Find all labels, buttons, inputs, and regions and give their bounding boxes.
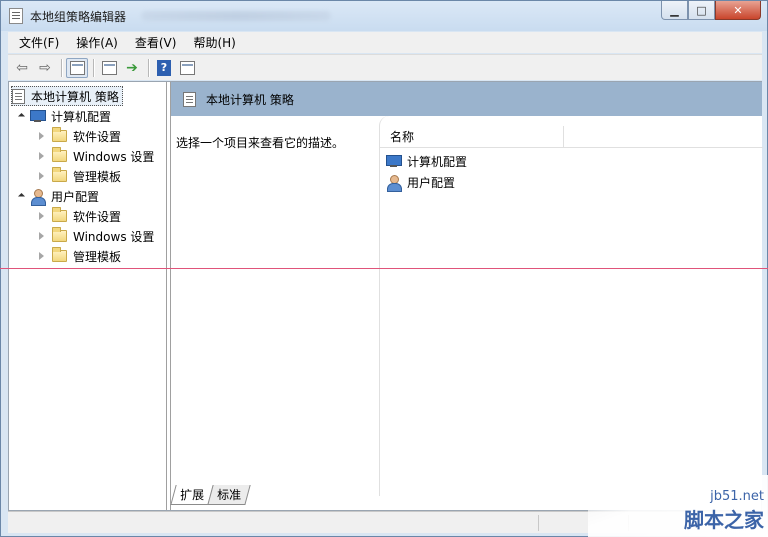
menu-bar: 文件(F) 操作(A) 查看(V) 帮助(H) bbox=[8, 32, 762, 53]
watermark-url: jb51.net bbox=[710, 489, 764, 504]
back-arrow-icon: ⇦ bbox=[16, 59, 28, 76]
description-text: 选择一个项目来查看它的描述。 bbox=[176, 136, 345, 150]
toolbar-separator bbox=[61, 58, 62, 77]
toolbar: ⇦ ⇨ ➔ ? bbox=[8, 54, 762, 80]
expanded-arrow-icon[interactable] bbox=[17, 112, 26, 120]
computer-icon bbox=[30, 109, 46, 123]
collapsed-arrow-icon[interactable] bbox=[39, 172, 44, 180]
tab-label: 标准 bbox=[217, 488, 242, 502]
tree-item-label: 用户配置 bbox=[51, 189, 100, 204]
tree-item-label: 管理模板 bbox=[73, 169, 122, 184]
tree-item-label: 软件设置 bbox=[73, 129, 122, 144]
tree-root-label: 本地计算机 策略 bbox=[31, 89, 119, 104]
list-item-computer-config[interactable]: 计算机配置 bbox=[386, 151, 467, 171]
console-tree: 本地计算机 策略 计算机配置 软件设置 Windows 设置 管理模板 用户配置… bbox=[9, 82, 167, 510]
tree-item-admin-templates[interactable]: 管理模板 bbox=[39, 246, 121, 266]
title-bar: 本地组策略编辑器 ▁ □ ✕ bbox=[1, 1, 767, 31]
menu-view[interactable]: 查看(V) bbox=[129, 34, 183, 51]
folder-icon bbox=[52, 127, 67, 142]
console-tree-icon bbox=[69, 60, 85, 75]
show-hide-action-pane-button[interactable] bbox=[176, 58, 198, 78]
toolbar-separator bbox=[93, 58, 94, 77]
red-guide-line bbox=[0, 268, 768, 269]
details-banner: 本地计算机 策略 bbox=[171, 82, 762, 116]
help-icon: ? bbox=[157, 59, 171, 76]
user-icon bbox=[386, 174, 402, 192]
close-button[interactable]: ✕ bbox=[715, 1, 761, 20]
watermark: jb51.net 脚本之家 bbox=[684, 489, 764, 533]
menu-file[interactable]: 文件(F) bbox=[13, 34, 65, 51]
toolbar-separator bbox=[148, 58, 149, 77]
status-divider bbox=[538, 515, 539, 531]
tree-item-windows-settings[interactable]: Windows 设置 bbox=[39, 146, 154, 166]
tree-item-software-settings[interactable]: 软件设置 bbox=[39, 206, 121, 226]
minimize-button[interactable]: ▁ bbox=[661, 1, 688, 20]
policy-document-icon bbox=[183, 91, 196, 107]
column-header-name[interactable]: 名称 bbox=[380, 125, 564, 148]
menu-help[interactable]: 帮助(H) bbox=[187, 34, 241, 51]
main-content: 本地计算机 策略 计算机配置 软件设置 Windows 设置 管理模板 用户配置… bbox=[8, 81, 763, 511]
collapsed-arrow-icon[interactable] bbox=[39, 232, 44, 240]
folder-icon bbox=[52, 167, 67, 182]
watermark-text: 脚本之家 bbox=[684, 508, 764, 532]
collapsed-arrow-icon[interactable] bbox=[39, 252, 44, 260]
tree-item-label: 管理模板 bbox=[73, 249, 122, 264]
list-item-label: 用户配置 bbox=[407, 175, 456, 190]
list-item-label: 计算机配置 bbox=[407, 154, 468, 169]
properties-icon bbox=[101, 60, 117, 75]
maximize-button[interactable]: □ bbox=[688, 1, 715, 20]
show-hide-tree-button[interactable] bbox=[66, 57, 88, 78]
tree-item-label: Windows 设置 bbox=[73, 229, 155, 244]
collapsed-arrow-icon[interactable] bbox=[39, 132, 44, 140]
properties-button[interactable] bbox=[98, 58, 120, 78]
tab-label: 扩展 bbox=[180, 488, 205, 502]
computer-icon bbox=[386, 154, 402, 168]
forward-button[interactable]: ⇨ bbox=[34, 58, 56, 78]
tree-item-user-config[interactable]: 用户配置 bbox=[17, 186, 100, 206]
window-title: 本地组策略编辑器 bbox=[30, 10, 127, 24]
tab-standard[interactable]: 标准 bbox=[207, 485, 251, 505]
view-tabs: 扩展 标准 bbox=[170, 485, 251, 507]
tree-item-windows-settings[interactable]: Windows 设置 bbox=[39, 226, 154, 246]
menu-action[interactable]: 操作(A) bbox=[70, 34, 124, 51]
policy-document-icon bbox=[12, 88, 25, 104]
tree-item-label: 计算机配置 bbox=[51, 109, 112, 124]
tree-item-label: Windows 设置 bbox=[73, 149, 155, 164]
window-controls: ▁ □ ✕ bbox=[661, 1, 761, 21]
export-list-button[interactable]: ➔ bbox=[121, 58, 143, 78]
list-item-user-config[interactable]: 用户配置 bbox=[386, 172, 455, 192]
help-button[interactable]: ? bbox=[153, 58, 175, 78]
policy-app-icon bbox=[9, 8, 23, 24]
details-pane: 本地计算机 策略 选择一个项目来查看它的描述。 名称 计算机配置 用户配置 扩展… bbox=[170, 82, 763, 510]
tree-item-label: 软件设置 bbox=[73, 209, 122, 224]
folder-icon bbox=[52, 227, 67, 242]
folder-icon bbox=[52, 207, 67, 222]
folder-icon bbox=[52, 147, 67, 162]
banner-title: 本地计算机 策略 bbox=[206, 92, 294, 107]
user-icon bbox=[30, 188, 46, 206]
tree-item-computer-config[interactable]: 计算机配置 bbox=[17, 106, 112, 126]
back-button[interactable]: ⇦ bbox=[11, 58, 33, 78]
collapsed-arrow-icon[interactable] bbox=[39, 152, 44, 160]
tree-item-software-settings[interactable]: 软件设置 bbox=[39, 126, 121, 146]
expanded-arrow-icon[interactable] bbox=[17, 192, 26, 200]
list-header: 名称 bbox=[380, 125, 763, 148]
folder-icon bbox=[52, 247, 67, 262]
tree-item-admin-templates[interactable]: 管理模板 bbox=[39, 166, 121, 186]
items-list: 名称 计算机配置 用户配置 bbox=[379, 116, 763, 496]
export-list-icon: ➔ bbox=[126, 59, 138, 76]
blurred-title-text bbox=[141, 11, 331, 21]
action-pane-icon bbox=[179, 60, 195, 75]
tree-root[interactable]: 本地计算机 策略 bbox=[11, 86, 123, 106]
forward-arrow-icon: ⇨ bbox=[39, 59, 51, 76]
collapsed-arrow-icon[interactable] bbox=[39, 212, 44, 220]
